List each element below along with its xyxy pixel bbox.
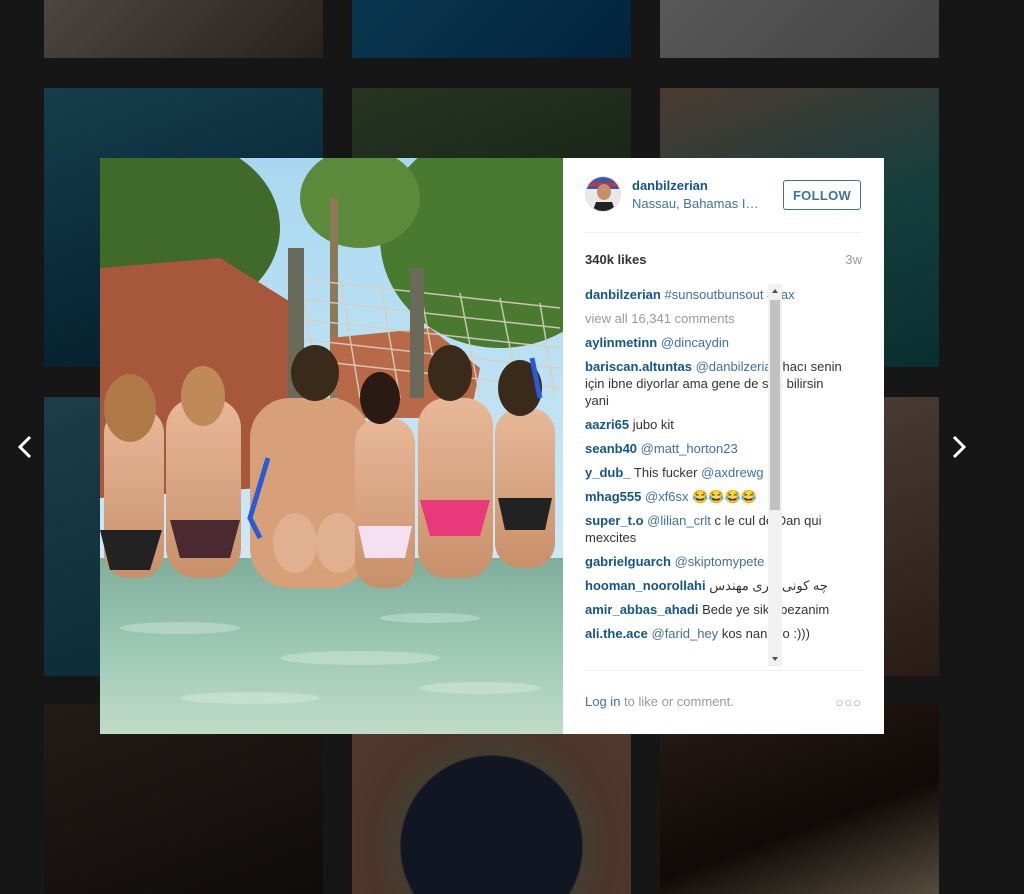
comments-list[interactable]: danbilzerian #sunsoutbunsout #Jax view a… <box>585 286 847 668</box>
comment-username[interactable]: ali.the.ace <box>585 626 648 641</box>
comment-mention[interactable]: @skiptomypete <box>675 554 765 569</box>
comment-username[interactable]: aylinmetinn <box>585 335 657 350</box>
comment-username[interactable]: amir_abbas_ahadi <box>585 602 698 617</box>
comment-username[interactable]: y_dub_ <box>585 465 631 480</box>
avatar-image <box>586 177 620 211</box>
like-count[interactable]: 340k likes <box>585 252 646 267</box>
comment-username[interactable]: aazri65 <box>585 417 629 432</box>
comment-mention[interactable]: @farid_hey <box>652 626 719 641</box>
scroll-down-arrow-icon[interactable] <box>768 652 782 666</box>
comment-mention[interactable]: @xf6sx <box>645 489 689 504</box>
comment-item: ali.the.ace @farid_hey kos nane ro :))) <box>585 625 847 642</box>
username-link[interactable]: danbilzerian <box>632 178 708 193</box>
comment-item: gabrielguarch @skiptomypete <box>585 553 847 570</box>
next-post-button[interactable] <box>944 430 974 464</box>
post-sidebar: danbilzerian Nassau, Bahamas Islands FOL… <box>563 158 884 734</box>
comment-item: amir_abbas_ahadi Bede ye sikh bezanim <box>585 601 847 618</box>
view-all-comments-link[interactable]: view all 16,341 comments <box>585 310 847 327</box>
comment-username[interactable]: super_t.o <box>585 513 644 528</box>
comment-item: y_dub_ This fucker @axdrewg <box>585 464 847 481</box>
comment-mention[interactable]: @lilian_crlt <box>647 513 711 528</box>
comment-item: hooman_noorollahi چه کونی داری مهندس <box>585 577 847 594</box>
post-timestamp[interactable]: 3w <box>845 252 862 267</box>
location-link[interactable]: Nassau, Bahamas Islands <box>632 196 764 211</box>
follow-button[interactable]: FOLLOW <box>783 180 861 210</box>
comment-text: kos nane ro :))) <box>721 626 810 641</box>
chevron-left-icon <box>17 435 32 459</box>
post-footer: Log in to like or comment. ○○○ <box>585 670 862 735</box>
comment-username[interactable]: bariscan.altuntas <box>585 359 692 374</box>
scrollbar-thumb[interactable] <box>770 300 780 510</box>
comment-item: aylinmetinn @dincaydin <box>585 334 847 351</box>
login-prompt-text: to like or comment. <box>620 694 734 709</box>
scroll-up-arrow-icon[interactable] <box>768 284 782 298</box>
previous-post-button[interactable] <box>10 430 40 464</box>
more-options-button[interactable]: ○○○ <box>835 695 862 710</box>
comment-mention[interactable]: @matt_horton23 <box>641 441 738 456</box>
post-header: danbilzerian Nassau, Bahamas Islands FOL… <box>585 174 862 233</box>
comment-item: seanb40 @matt_horton23 <box>585 440 847 457</box>
comment-item: bariscan.altuntas @danbilzerian hacı sen… <box>585 358 847 409</box>
comment-text: Bede ye sikh bezanim <box>702 602 830 617</box>
chevron-right-icon <box>952 435 967 459</box>
post-image <box>100 158 563 734</box>
comment-text: jubo kit <box>632 417 674 432</box>
comments-scrollbar[interactable] <box>768 284 782 666</box>
caption: danbilzerian #sunsoutbunsout #Jax <box>585 286 847 303</box>
avatar[interactable] <box>585 176 621 212</box>
comment-item: aazri65 jubo kit <box>585 416 847 433</box>
comment-text: This fucker <box>633 465 698 480</box>
comment-username[interactable]: gabrielguarch <box>585 554 671 569</box>
login-prompt: Log in to like or comment. <box>585 694 734 709</box>
post-modal: danbilzerian Nassau, Bahamas Islands FOL… <box>100 158 884 734</box>
comment-mention[interactable]: @dincaydin <box>661 335 729 350</box>
comment-text: 😂😂😂😂 <box>692 489 757 504</box>
caption-username[interactable]: danbilzerian <box>585 287 661 302</box>
comment-item: mhag555 @xf6sx 😂😂😂😂 <box>585 488 847 505</box>
login-link[interactable]: Log in <box>585 694 620 709</box>
comment-mention[interactable]: @axdrewg <box>701 465 763 480</box>
comment-username[interactable]: hooman_noorollahi <box>585 578 706 593</box>
comment-username[interactable]: mhag555 <box>585 489 641 504</box>
comment-username[interactable]: seanb40 <box>585 441 637 456</box>
comment-mention[interactable]: @danbilzerian <box>696 359 779 374</box>
comment-item: super_t.o @lilian_crlt c le cul de Dan q… <box>585 512 847 546</box>
post-photo[interactable] <box>100 158 563 734</box>
likes-row: 340k likes 3w <box>585 252 862 272</box>
